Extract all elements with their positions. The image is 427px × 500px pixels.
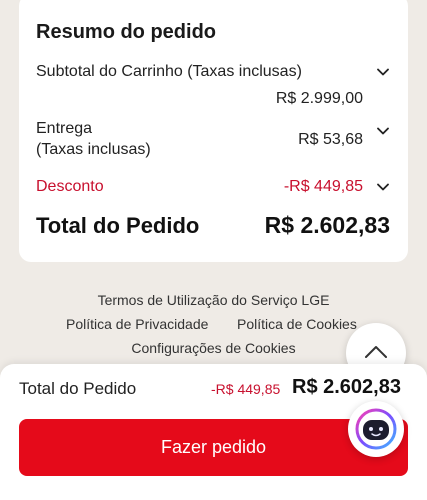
- chatbot-icon: [355, 408, 397, 450]
- chevron-down-icon[interactable]: [376, 124, 390, 138]
- privacy-policy-link[interactable]: Política de Privacidade: [66, 316, 208, 332]
- order-total-label: Total do Pedido: [36, 213, 200, 238]
- order-summary-card: Resumo do pedido Subtotal do Carrinho (T…: [19, 0, 408, 262]
- subtotal-value: R$ 2.999,00: [275, 90, 363, 107]
- cookies-policy-link[interactable]: Política de Cookies: [237, 316, 357, 332]
- terms-link[interactable]: Termos de Utilização do Serviço LGE: [0, 292, 427, 308]
- chatbot-button[interactable]: [348, 401, 404, 457]
- chevron-down-icon[interactable]: [376, 65, 390, 79]
- discount-value: -R$ 449,85: [283, 178, 363, 195]
- discount-label: Desconto: [36, 178, 104, 195]
- chevron-up-icon: [365, 346, 387, 358]
- delivery-value: R$ 53,68: [298, 131, 363, 148]
- subtotal-label: Subtotal do Carrinho (Taxas inclusas): [36, 63, 302, 80]
- delivery-label-line2: (Taxas inclusas): [36, 141, 151, 158]
- bar-discount-value: -R$ 449,85: [211, 381, 281, 397]
- order-summary-title: Resumo do pedido: [36, 21, 216, 43]
- bar-total-value: R$ 2.602,83: [292, 376, 401, 398]
- delivery-label: Entrega (Taxas inclusas): [36, 118, 151, 160]
- delivery-label-line1: Entrega: [36, 120, 93, 137]
- order-total-value: R$ 2.602,83: [264, 212, 390, 238]
- bar-total-label: Total do Pedido: [19, 379, 137, 398]
- chevron-down-icon[interactable]: [376, 180, 390, 194]
